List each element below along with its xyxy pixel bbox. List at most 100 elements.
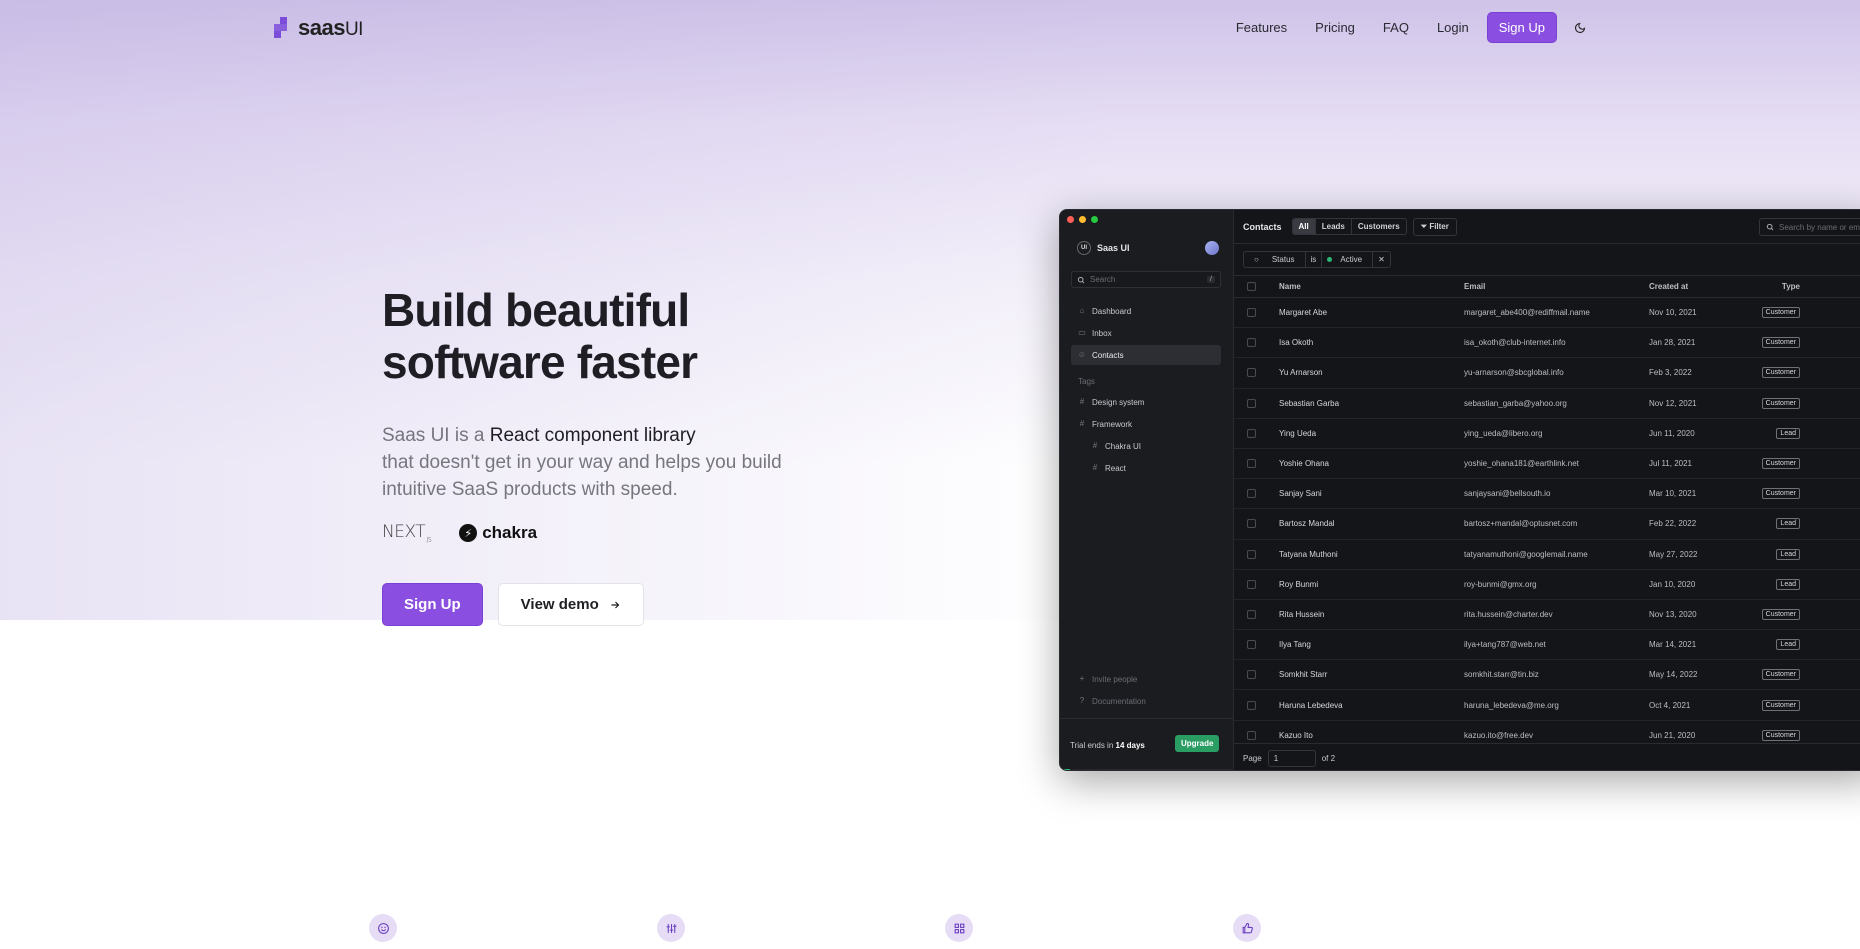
type-badge: Customer xyxy=(1761,699,1800,711)
contacts-search-input[interactable]: Search by name or email... xyxy=(1759,218,1860,236)
header-signup-button[interactable]: Sign Up xyxy=(1486,12,1557,43)
table-row[interactable]: Tatyana Muthoni tatyanamuthoni@googlemail… xyxy=(1234,540,1860,570)
contact-type: Customer xyxy=(1734,660,1800,689)
type-badge: Customer xyxy=(1761,669,1800,681)
row-checkbox[interactable] xyxy=(1247,690,1256,719)
row-checkbox[interactable] xyxy=(1247,449,1256,478)
type-badge: Customer xyxy=(1761,729,1800,741)
column-email[interactable]: Email xyxy=(1464,276,1485,297)
contact-email: isa_okoth@club-internet.info xyxy=(1464,338,1566,348)
maximize-dot-icon xyxy=(1091,216,1098,223)
filter-button[interactable]: ⏷ Filter xyxy=(1412,217,1457,236)
view-demo-button[interactable]: View demo xyxy=(497,583,644,626)
row-checkbox[interactable] xyxy=(1247,389,1256,418)
table-row[interactable]: Yu Arnarson yu-arnarson@sbcglobal.info Feb… xyxy=(1234,358,1860,389)
column-type[interactable]: Type xyxy=(1734,276,1800,297)
sidebar-item-contacts[interactable]: ☺ Contacts xyxy=(1071,345,1221,365)
nav-features[interactable]: Features xyxy=(1222,12,1301,43)
table-row[interactable]: Bartosz Mandal bartosz+mandal@optusnet.co… xyxy=(1234,509,1860,540)
tag-framework[interactable]: # Framework xyxy=(1071,414,1221,434)
table-row[interactable]: Sebastian Garba sebastian_garba@yahoo.org… xyxy=(1234,389,1860,419)
moon-icon[interactable] xyxy=(1565,13,1595,43)
tag-chakra-ui[interactable]: # Chakra UI xyxy=(1071,436,1221,456)
tab-leads[interactable]: Leads xyxy=(1316,219,1352,234)
table-row[interactable]: Ying Ueda ying_ueda@libero.org Jun 11, 202… xyxy=(1234,419,1860,449)
hero-title: Build beautiful software faster xyxy=(382,284,698,388)
documentation-link[interactable]: ? Documentation xyxy=(1071,691,1221,711)
active-filters: ○ Status is Active ✕ xyxy=(1234,244,1860,276)
site-header: saasUI Features Pricing FAQ Login Sign U… xyxy=(0,0,1860,54)
contact-email: roy-bunmi@gmx.org xyxy=(1464,579,1537,589)
table-row[interactable]: Haruna Lebedeva haruna_lebedeva@me.org Oct… xyxy=(1234,690,1860,721)
avatar[interactable] xyxy=(1205,241,1219,255)
sidebar-item-dashboard[interactable]: ⌂ Dashboard xyxy=(1071,301,1221,321)
select-all-checkbox[interactable] xyxy=(1247,276,1256,297)
tab-all[interactable]: All xyxy=(1292,219,1316,234)
tag-label: Framework xyxy=(1092,419,1133,429)
table-row[interactable]: Rita Hussein rita.hussein@charter.dev Nov … xyxy=(1234,600,1860,631)
search-shortcut: / xyxy=(1207,276,1215,283)
row-checkbox[interactable] xyxy=(1247,630,1256,659)
sidebar-nav: ⌂ Dashboard ▭ Inbox ☺ Contacts Tags # Design… xyxy=(1071,301,1221,480)
sidebar-item-label: Inbox xyxy=(1092,328,1112,338)
nav-login[interactable]: Login xyxy=(1423,12,1483,43)
search-icon xyxy=(1766,223,1774,231)
row-checkbox[interactable] xyxy=(1247,419,1256,448)
close-dot-icon xyxy=(1067,216,1074,223)
type-badge: Customer xyxy=(1761,337,1800,349)
tab-customers[interactable]: Customers xyxy=(1352,219,1406,234)
type-badge: Lead xyxy=(1776,578,1800,590)
sliders-icon xyxy=(657,914,685,942)
row-checkbox[interactable] xyxy=(1247,509,1256,538)
hero-actions: Sign Up View demo xyxy=(382,583,644,626)
table-row[interactable]: Ilya Tang ilya+tang787@web.net Mar 14, 202… xyxy=(1234,630,1860,661)
contact-email: sanjaysani@bellsouth.io xyxy=(1464,489,1551,499)
tech-logos: NEXT.JS ⚡ chakra xyxy=(382,521,862,545)
column-name[interactable]: Name xyxy=(1279,276,1301,297)
hero-description: Saas UI is a React component library that… xyxy=(382,425,782,500)
tag-design-system[interactable]: # Design system xyxy=(1071,392,1221,412)
search-icon xyxy=(1077,276,1085,283)
close-icon[interactable]: ✕ xyxy=(1372,252,1390,267)
trial-progress-fill xyxy=(1060,769,1071,770)
contact-type: Lead xyxy=(1734,419,1800,448)
row-checkbox[interactable] xyxy=(1247,358,1256,387)
contact-name: Yoshie Ohana xyxy=(1279,459,1329,469)
row-checkbox[interactable] xyxy=(1247,328,1256,357)
row-checkbox[interactable] xyxy=(1247,540,1256,569)
sidebar-item-inbox[interactable]: ▭ Inbox xyxy=(1071,323,1221,343)
upgrade-button[interactable]: Upgrade xyxy=(1175,735,1220,752)
column-created-at[interactable]: Created at xyxy=(1649,276,1688,297)
contact-email: margaret_abe400@rediffmail.name xyxy=(1464,308,1590,318)
table-row[interactable]: Roy Bunmi roy-bunmi@gmx.org Jan 10, 2020 Le… xyxy=(1234,570,1860,600)
window-controls xyxy=(1067,216,1098,223)
contact-name: Roy Bunmi xyxy=(1279,579,1319,589)
hero-signup-button[interactable]: Sign Up xyxy=(382,583,483,626)
nav-faq[interactable]: FAQ xyxy=(1369,12,1423,43)
invite-people-link[interactable]: + Invite people xyxy=(1071,669,1221,689)
row-checkbox[interactable] xyxy=(1247,570,1256,599)
sidebar-search-input[interactable]: Search / xyxy=(1071,271,1221,288)
pagination: Page 1 of 2 xyxy=(1234,743,1860,770)
table-row[interactable]: Isa Okoth isa_okoth@club-internet.info Jan… xyxy=(1234,328,1860,359)
table-row[interactable]: Sanjay Sani sanjaysani@bellsouth.io Mar 10… xyxy=(1234,479,1860,510)
contact-created-at: May 14, 2022 xyxy=(1649,670,1698,680)
table-row[interactable]: Margaret Abe margaret_abe400@rediffmail.n… xyxy=(1234,298,1860,329)
row-checkbox[interactable] xyxy=(1247,298,1256,327)
tag-react[interactable]: # React xyxy=(1071,458,1221,478)
filter-icon: ⏷ xyxy=(1420,221,1428,231)
row-checkbox[interactable] xyxy=(1247,479,1256,508)
page-input[interactable]: 1 xyxy=(1267,749,1316,767)
page-total: of 2 xyxy=(1321,753,1336,763)
contact-type: Lead xyxy=(1734,570,1800,599)
contact-email: sebastian_garba@yahoo.org xyxy=(1464,398,1567,408)
row-checkbox[interactable] xyxy=(1247,660,1256,689)
workspace-switcher[interactable]: UI Saas UI xyxy=(1077,241,1219,255)
row-checkbox[interactable] xyxy=(1247,600,1256,629)
table-row[interactable]: Yoshie Ohana yoshie_ohana181@earthlink.ne… xyxy=(1234,449,1860,480)
logo[interactable]: saasUI xyxy=(274,15,363,41)
nav-pricing[interactable]: Pricing xyxy=(1301,12,1369,43)
table-row[interactable]: Somkhit Starr somkhit.starr@tin.biz May 14… xyxy=(1234,660,1860,691)
status-filter-chip[interactable]: ○ Status is Active ✕ xyxy=(1243,251,1391,268)
contact-email: bartosz+mandal@optusnet.com xyxy=(1464,519,1578,529)
